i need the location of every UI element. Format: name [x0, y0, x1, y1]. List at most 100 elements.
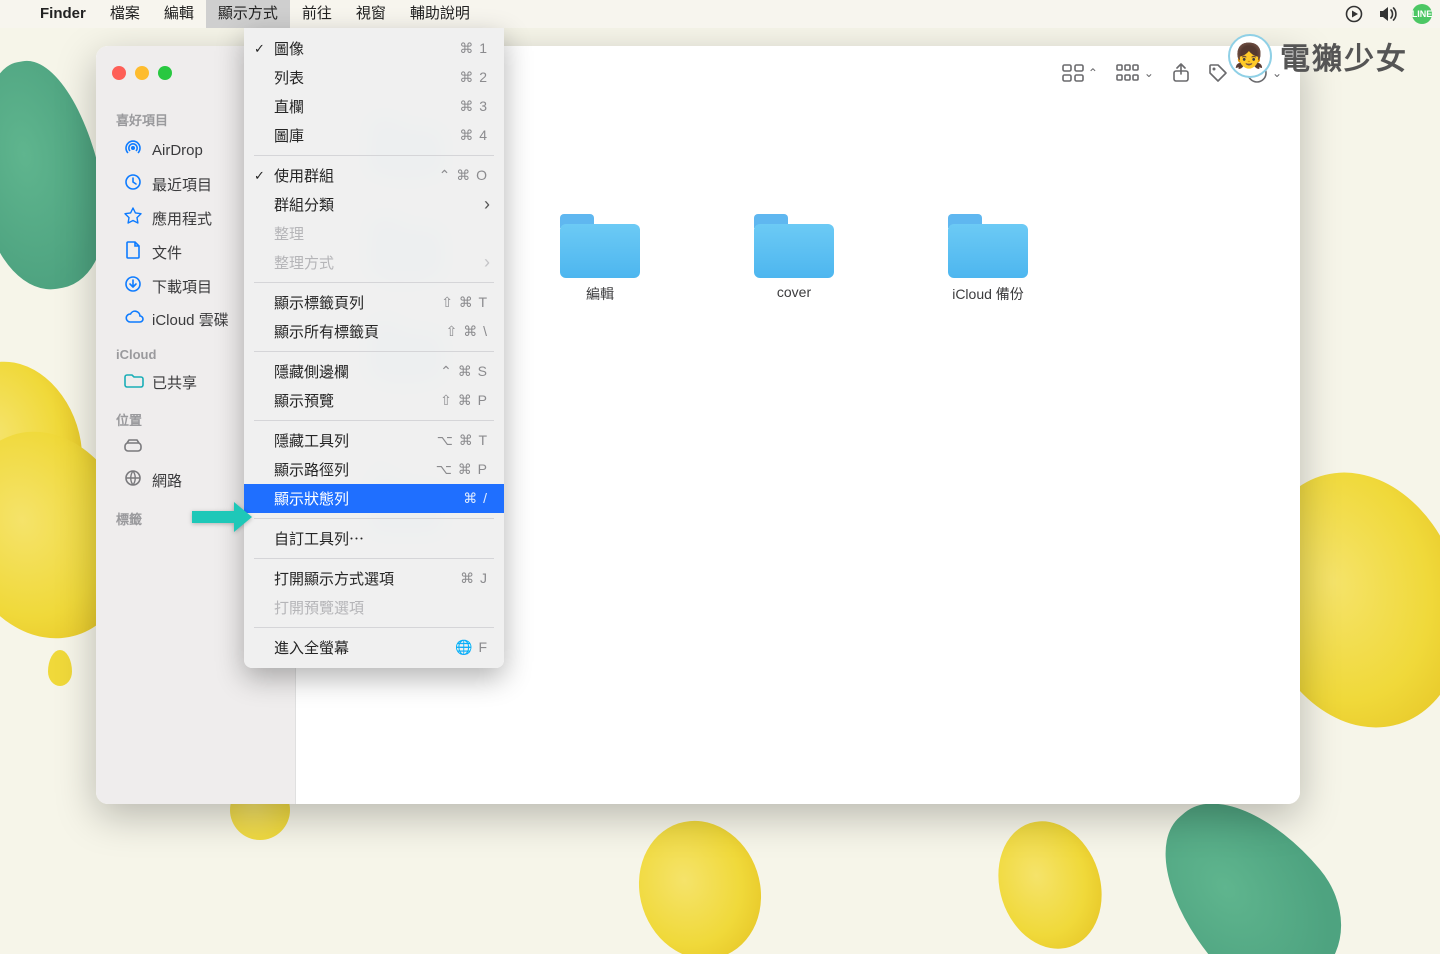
folder-icon	[560, 214, 640, 278]
menubar-item-help[interactable]: 輔助說明	[398, 0, 482, 28]
menu-shortcut: ⌘ 3	[459, 98, 488, 115]
doc-icon	[124, 241, 142, 264]
watermark: 👧 電獺少女	[1228, 34, 1408, 78]
group-mode-button[interactable]: ⌄	[1116, 64, 1154, 82]
menu-item[interactable]: 群組分類	[244, 190, 504, 219]
menu-item[interactable]: 顯示路徑列⌥ ⌘ P	[244, 455, 504, 484]
menubar-app-name[interactable]: Finder	[28, 0, 98, 28]
menu-item: 整理方式	[244, 248, 504, 277]
menu-shortcut: ⇧ ⌘ T	[441, 294, 488, 311]
line-icon[interactable]: LINE	[1412, 4, 1432, 24]
tag-button[interactable]	[1208, 63, 1228, 83]
view-mode-button[interactable]: ⌃	[1062, 64, 1098, 82]
menu-item[interactable]: 隱藏側邊欄 ⌃ ⌘ S	[244, 357, 504, 386]
watermark-avatar: 👧	[1228, 34, 1272, 78]
menubar-left: Finder 檔案 編輯 顯示方式 前往 視窗 輔助說明	[0, 0, 482, 28]
menubar-item-go[interactable]: 前往	[290, 0, 344, 28]
menu-shortcut: 🌐 F	[455, 639, 488, 656]
play-circle-icon[interactable]	[1344, 4, 1364, 24]
menu-item[interactable]: 隱藏工具列 ⌥ ⌘ T	[244, 426, 504, 455]
menu-shortcut: ⇧ ⌘ P	[440, 392, 488, 409]
menu-item-label: 打開顯示方式選項	[274, 568, 394, 589]
close-button[interactable]	[112, 66, 126, 80]
menu-item: 打開預覽選項	[244, 593, 504, 622]
menubar-right: LINE	[1344, 4, 1440, 24]
menu-item-label: 顯示路徑列	[274, 459, 349, 480]
menu-separator	[254, 518, 494, 519]
menu-item[interactable]: ✓使用群組⌃ ⌘ O	[244, 161, 504, 190]
menu-separator	[254, 420, 494, 421]
menu-item-label: 隱藏工具列	[274, 430, 349, 451]
menu-item-label: 打開預覽選項	[274, 597, 364, 618]
menu-item: 整理	[244, 219, 504, 248]
menu-item-label: 列表	[274, 67, 304, 88]
menu-item[interactable]: 顯示預覽 ⇧ ⌘ P	[244, 386, 504, 415]
menu-shortcut: ⌘ 2	[459, 69, 488, 86]
watermark-text: 電獺少女	[1280, 34, 1408, 78]
menu-shortcut: ⌘ 1	[459, 40, 488, 57]
checkmark-icon: ✓	[254, 41, 265, 57]
menu-item[interactable]: 顯示標籤頁列 ⇧ ⌘ T	[244, 288, 504, 317]
menu-item[interactable]: 直欄 ⌘ 3	[244, 92, 504, 121]
folder-icon	[948, 214, 1028, 278]
menu-item-label: 自訂工具列⋯	[274, 528, 364, 549]
menu-shortcut: ⌃ ⌘ O	[439, 167, 488, 184]
menu-shortcut: ⇧ ⌘ \	[446, 323, 488, 340]
menu-item-label: 直欄	[274, 96, 304, 117]
menu-separator	[254, 627, 494, 628]
folder-name: 編輯	[586, 284, 614, 304]
menu-item[interactable]: 打開顯示方式選項 ⌘ J	[244, 564, 504, 593]
apps-icon	[124, 207, 142, 230]
menu-item[interactable]: ✓ 圖像 ⌘ 1	[244, 34, 504, 63]
folder-icon	[754, 214, 834, 278]
menu-shortcut: ⌘ /	[463, 490, 488, 507]
fullscreen-button[interactable]	[158, 66, 172, 80]
folder-item[interactable]: 編輯	[540, 214, 660, 304]
folder-item[interactable]: cover	[734, 214, 854, 304]
menu-item-label: 顯示所有標籤頁	[274, 321, 379, 342]
volume-icon[interactable]	[1378, 4, 1398, 24]
folder-name: cover	[777, 284, 811, 300]
menubar-item-view[interactable]: 顯示方式	[206, 0, 290, 28]
cloud-icon	[124, 310, 142, 329]
menu-item-label: 群組分類	[274, 194, 334, 215]
menu-item[interactable]: 自訂工具列⋯	[244, 524, 504, 553]
menubar-item-file[interactable]: 檔案	[98, 0, 152, 28]
minimize-button[interactable]	[135, 66, 149, 80]
checkmark-icon: ✓	[254, 168, 265, 184]
shared-icon	[124, 372, 142, 393]
menu-item-label: 整理方式	[274, 252, 334, 273]
menubar-item-window[interactable]: 視窗	[344, 0, 398, 28]
menu-shortcut: ⌥ ⌘ T	[437, 432, 488, 449]
airdrop-icon	[124, 139, 142, 162]
menu-item[interactable]: 圖庫 ⌘ 4	[244, 121, 504, 150]
menu-separator	[254, 558, 494, 559]
menu-shortcut: ⌘ J	[460, 570, 488, 587]
menu-item-label: 顯示標籤頁列	[274, 292, 364, 313]
view-menu-dropdown: ✓ 圖像 ⌘ 1 列表 ⌘ 2 直欄 ⌘ 3 圖庫 ⌘ 4 ✓使用群組⌃ ⌘ O 群組分類整理整理方…	[244, 28, 504, 668]
menu-item[interactable]: 進入全螢幕 🌐 F	[244, 633, 504, 662]
menu-item-label: 顯示狀態列	[274, 488, 349, 509]
menu-item[interactable]: 列表 ⌘ 2	[244, 63, 504, 92]
menu-separator	[254, 282, 494, 283]
network-icon	[124, 469, 142, 492]
menu-item[interactable]: 顯示所有標籤頁 ⇧ ⌘ \	[244, 317, 504, 346]
disk-icon	[124, 439, 142, 458]
menu-item-label: 圖像	[274, 38, 304, 59]
menubar: Finder 檔案 編輯 顯示方式 前往 視窗 輔助說明 LINE	[0, 0, 1440, 28]
annotation-arrow	[190, 500, 254, 534]
clock-icon	[124, 173, 142, 196]
menu-item-label: 隱藏側邊欄	[274, 361, 349, 382]
menu-item[interactable]: 顯示狀態列 ⌘ /	[244, 484, 504, 513]
menu-item-label: 進入全螢幕	[274, 637, 349, 658]
menu-shortcut: ⌘ 4	[459, 127, 488, 144]
share-button[interactable]	[1172, 63, 1190, 83]
menu-item-label: 圖庫	[274, 125, 304, 146]
menubar-item-edit[interactable]: 編輯	[152, 0, 206, 28]
menu-shortcut: ⌃ ⌘ S	[440, 363, 488, 380]
menu-item-label: 顯示預覽	[274, 390, 334, 411]
download-icon	[124, 275, 142, 298]
menu-separator	[254, 155, 494, 156]
folder-item[interactable]: iCloud 備份	[928, 214, 1048, 304]
menu-separator	[254, 351, 494, 352]
